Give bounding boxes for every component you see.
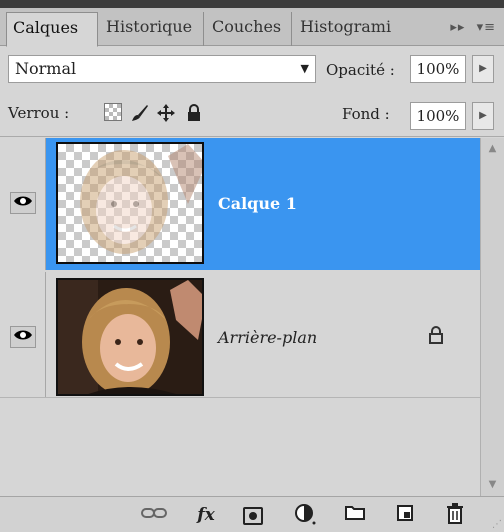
lock-icon[interactable] bbox=[184, 103, 204, 123]
expand-icon[interactable]: ▸▸ bbox=[450, 20, 465, 35]
lock-label: Verrou : bbox=[8, 104, 70, 122]
mask-icon[interactable] bbox=[238, 503, 268, 527]
fill-input[interactable]: 100% bbox=[410, 102, 466, 130]
tab-historique[interactable]: Historique bbox=[100, 12, 204, 46]
scroll-down-icon[interactable]: ▼ bbox=[481, 474, 504, 496]
tab-couches[interactable]: Couches bbox=[206, 12, 292, 46]
blend-row: Normal ▼ Opacité : 100% ▶ bbox=[0, 47, 504, 91]
eye-icon[interactable] bbox=[10, 192, 36, 214]
panel-tab-bar: Calques Historique Couches Histogrami ▸▸… bbox=[0, 8, 504, 47]
link-icon[interactable] bbox=[138, 503, 170, 527]
panel-top-strip bbox=[0, 0, 504, 8]
layers-list: Calque 1 Arrière-plan bbox=[0, 138, 480, 496]
new-layer-icon[interactable] bbox=[390, 503, 420, 527]
blend-mode-select[interactable]: Normal ▼ bbox=[8, 55, 316, 83]
panel-options: ▸▸ ▾≡ bbox=[444, 20, 496, 35]
adjustment-icon[interactable] bbox=[290, 503, 320, 527]
eye-icon[interactable] bbox=[10, 326, 36, 348]
blend-mode-value: Normal bbox=[15, 59, 77, 78]
layer-thumbnail[interactable] bbox=[56, 278, 204, 396]
visibility-column bbox=[0, 138, 46, 270]
chevron-down-icon: ▼ bbox=[300, 62, 309, 75]
tab-histogramme[interactable]: Histogrami bbox=[294, 12, 412, 46]
scroll-up-icon[interactable]: ▲ bbox=[481, 138, 504, 160]
tab-calques[interactable]: Calques bbox=[6, 12, 98, 47]
layer-name[interactable]: Arrière-plan bbox=[218, 328, 317, 347]
layer-row-arriere-plan[interactable]: Arrière-plan bbox=[0, 272, 480, 398]
resize-grip-icon[interactable]: ⋰ bbox=[492, 519, 502, 530]
folder-icon[interactable] bbox=[340, 503, 370, 527]
visibility-column bbox=[0, 272, 46, 397]
opacity-slider-button[interactable]: ▶ bbox=[472, 55, 494, 83]
lock-row: Verrou : Fond : 100% ▶ bbox=[0, 91, 504, 137]
layer-row-calque-1[interactable]: Calque 1 bbox=[0, 138, 480, 270]
fill-label: Fond : bbox=[342, 105, 390, 123]
layers-scrollbar[interactable]: ▲ ▼ bbox=[480, 138, 504, 496]
panel-menu-icon[interactable]: ▾≡ bbox=[477, 20, 496, 35]
lock-icon bbox=[426, 326, 446, 346]
opacity-label: Opacité : bbox=[326, 61, 395, 79]
brush-icon[interactable] bbox=[130, 103, 150, 123]
layers-toolbar: fx ⋰ bbox=[0, 496, 504, 532]
fx-icon[interactable]: fx bbox=[190, 503, 222, 527]
move-icon[interactable] bbox=[156, 103, 176, 123]
layer-name[interactable]: Calque 1 bbox=[218, 194, 297, 213]
fill-slider-button[interactable]: ▶ bbox=[472, 102, 494, 130]
opacity-input[interactable]: 100% bbox=[410, 55, 466, 83]
lock-transparency-icon[interactable] bbox=[104, 103, 124, 123]
layer-thumbnail[interactable] bbox=[56, 142, 204, 264]
trash-icon[interactable] bbox=[440, 503, 470, 527]
